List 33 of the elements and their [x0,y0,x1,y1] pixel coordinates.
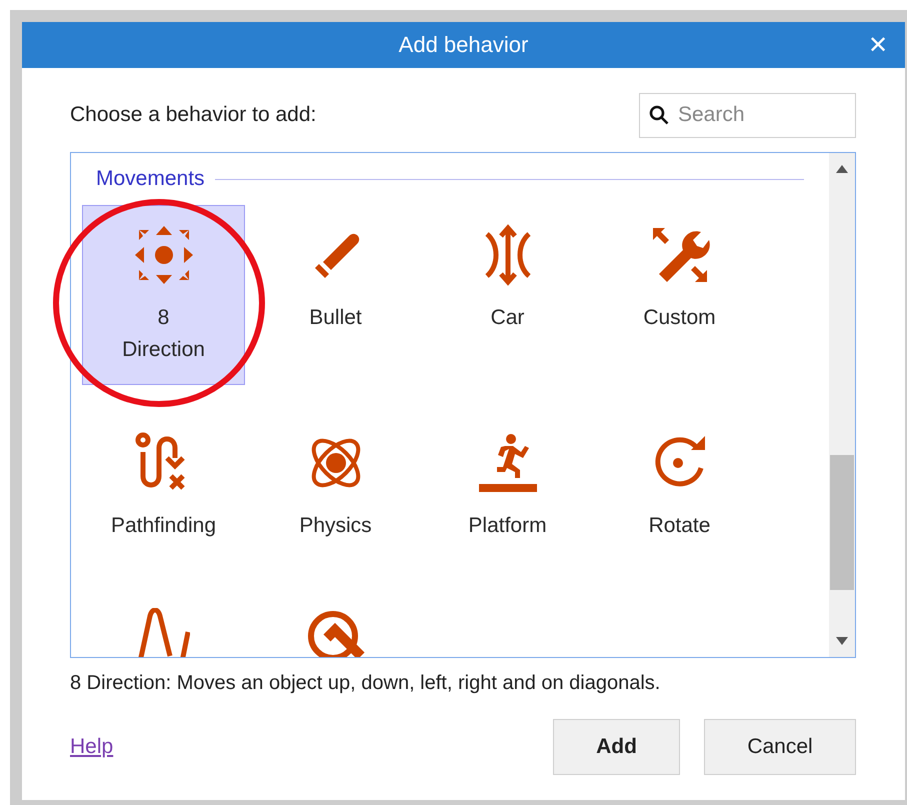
behavior-item[interactable]: Pathfinding [82,413,245,561]
search-field[interactable]: Search [639,92,856,138]
scroll-down-icon[interactable] [836,637,848,645]
behavior-item[interactable]: 8 Direction [82,205,245,385]
scroll-up-icon[interactable] [836,165,848,173]
help-link[interactable]: Help [70,735,114,759]
arrows-icon [132,224,194,286]
window-title: Add behavior [398,32,528,58]
close-button[interactable]: ✕ [861,28,895,62]
behavior-label: Custom [643,305,716,331]
add-button[interactable]: Add [553,719,680,775]
wave-icon [138,608,190,657]
runner-icon [476,432,538,494]
behavior-label: Bullet [309,305,362,331]
category-heading: Movements [96,167,205,191]
behavior-item[interactable]: Rotate [598,413,761,561]
behavior-label: Platform [468,513,547,539]
behavior-label: Pathfinding [110,513,216,539]
description-text: 8 Direction: Moves an object up, down, left, right and on diagonals. [70,672,662,695]
behavior-item[interactable]: Platform [426,413,589,561]
behavior-label: Car [490,305,524,331]
behavior-label: 8 Direction [122,305,205,363]
cancel-button[interactable]: Cancel [704,719,856,775]
scrollbar[interactable] [829,153,855,657]
behavior-item[interactable]: Car [426,205,589,385]
scroll-thumb[interactable] [830,455,854,590]
behavior-label: Rotate [648,513,710,539]
search-icon [649,104,669,124]
behavior-item[interactable]: Custom [598,205,761,385]
behavior-item[interactable]: Physics [254,413,417,561]
behavior-label: Physics [299,513,372,539]
prompt-text: Choose a behavior to add: [70,103,316,127]
behavior-item[interactable]: Bullet [254,205,417,385]
